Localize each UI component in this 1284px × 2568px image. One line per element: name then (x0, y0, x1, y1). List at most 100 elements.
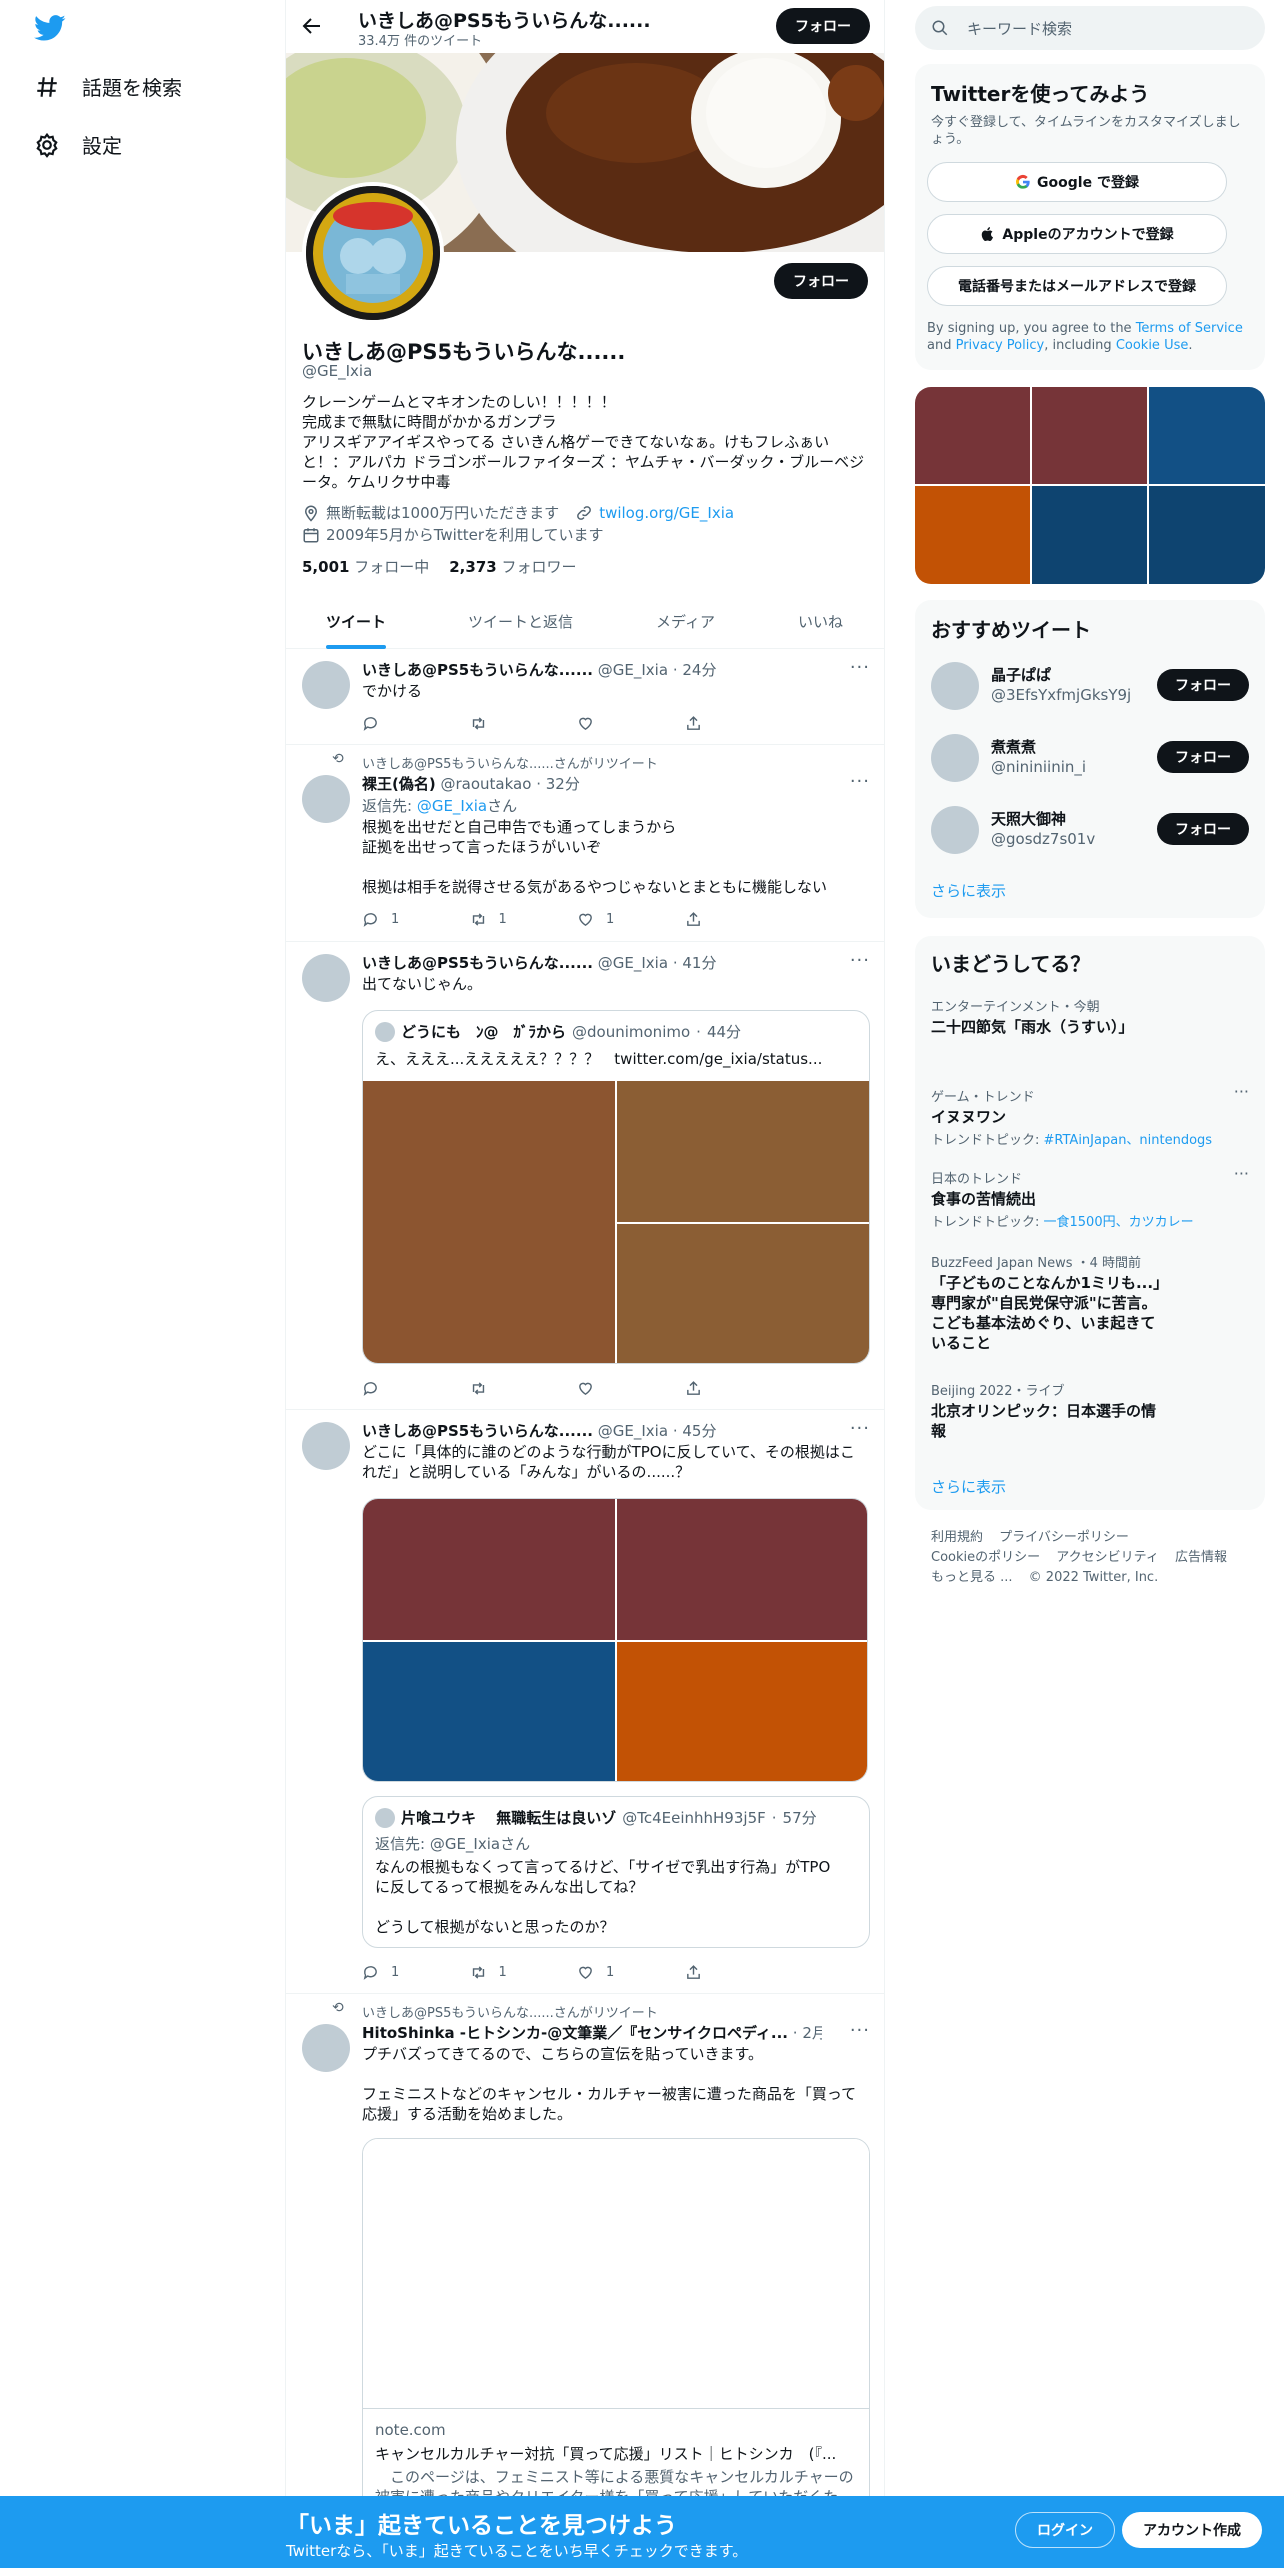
retweeted-by[interactable]: いきしあ@PS5もういらんな......さんがリツイート (362, 753, 658, 772)
media-image[interactable] (617, 1642, 867, 1781)
footer-more-link[interactable]: もっと見る ... (931, 1570, 1013, 1585)
footer-link[interactable]: アクセシビリティ (1056, 1550, 1159, 1565)
follow-button[interactable]: フォロー (1157, 813, 1249, 845)
tweet-handle[interactable]: @GE_Ixia (598, 954, 668, 972)
google-signup-button[interactable]: Google で登録 (927, 162, 1227, 202)
like-button[interactable] (577, 713, 685, 733)
reply-button[interactable] (362, 713, 470, 733)
tweet-time[interactable]: 32分 (546, 775, 580, 793)
footer-link[interactable]: プライバシーポリシー (999, 1530, 1129, 1545)
reply-button[interactable]: 1 (362, 1962, 470, 1982)
retweet-button[interactable]: 1 (470, 909, 578, 929)
media-thumbnail[interactable] (915, 387, 1030, 484)
tweet-author[interactable]: いきしあ@PS5もういらんな...... (362, 954, 593, 972)
avatar[interactable] (302, 2024, 350, 2072)
tweet-handle[interactable]: @GE_Ixia (598, 1422, 668, 1440)
more-options-icon[interactable]: ··· (850, 657, 870, 678)
tweet[interactable]: いきしあ@PS5もういらんな...... @GE_Ixia · 45分 ··· … (286, 1410, 884, 1994)
tweet-handle[interactable]: @GE_Ixia (598, 661, 668, 679)
avatar[interactable] (931, 662, 979, 710)
signup-button[interactable]: アカウント作成 (1122, 2512, 1262, 2548)
show-more-link[interactable]: さらに表示 (931, 880, 1006, 901)
share-button[interactable] (685, 1378, 793, 1398)
media-image[interactable] (363, 1642, 615, 1781)
tweet-time[interactable]: 41分 (682, 954, 716, 972)
reply-button[interactable]: 1 (362, 909, 470, 929)
more-options-icon[interactable]: ··· (1234, 1164, 1249, 1183)
avatar[interactable] (302, 775, 350, 823)
media-image[interactable] (617, 1499, 867, 1640)
tweet-author[interactable]: HitoShinka -ヒトシンカ-@文筆業／『センサイクロペディ... (362, 2024, 788, 2042)
footer-link[interactable]: 広告情報 (1175, 1550, 1227, 1565)
share-button[interactable] (685, 713, 793, 733)
show-more-link[interactable]: さらに表示 (931, 1476, 1006, 1497)
tab-tweets-replies[interactable]: ツイートと返信 (468, 596, 573, 649)
tweet[interactable]: いきしあ@PS5もういらんな...... @GE_Ixia · 41分 ··· … (286, 942, 884, 1410)
trend-item[interactable]: ··· ゲーム・トレンド イヌヌワン トレンドトピック: #RTAinJapan… (931, 1082, 1249, 1148)
recommended-user[interactable]: 晶子ぱぱ @3EfsYxfmjGksY9j フォロー (931, 656, 1249, 716)
quoted-tweet[interactable]: どうにも ﾝ@ ｶﾞﾗから @dounimonimo · 44分 え、えええ..… (362, 1010, 870, 1364)
follow-button[interactable]: フォロー (1157, 741, 1249, 773)
nav-settings[interactable]: 設定 (34, 130, 122, 159)
phone-email-signup-button[interactable]: 電話番号またはメールアドレスで登録 (927, 266, 1227, 306)
tab-media[interactable]: メディア (656, 596, 715, 649)
follow-button[interactable]: フォロー (1157, 669, 1249, 701)
tab-likes[interactable]: いいね (798, 596, 843, 649)
quoted-tweet[interactable]: 片喰ユウキ 無職転生は良いゾ @Tc4EeinhhH93j5F · 57分 返信… (362, 1796, 870, 1948)
more-options-icon[interactable]: ··· (850, 1418, 870, 1439)
apple-signup-button[interactable]: Appleのアカウントで登録 (927, 214, 1227, 254)
more-options-icon[interactable]: ··· (1234, 1082, 1249, 1101)
media-thumbnail[interactable] (1149, 387, 1265, 484)
share-button[interactable] (685, 909, 793, 929)
profile-link[interactable]: twilog.org/GE_Ixia (599, 504, 734, 522)
search-input[interactable]: キーワード検索 (915, 6, 1265, 50)
more-options-icon[interactable]: ··· (850, 2020, 870, 2041)
tweet-author[interactable]: いきしあ@PS5もういらんな...... (362, 661, 593, 679)
trend-item[interactable]: Beijing 2022・ライブ 北京オリンピック：日本選手の情 報 (931, 1380, 1249, 1441)
avatar[interactable] (931, 734, 979, 782)
avatar[interactable] (302, 661, 350, 709)
share-button[interactable] (685, 1962, 793, 1982)
media-thumbnail[interactable] (1149, 486, 1265, 584)
retweeted-by[interactable]: いきしあ@PS5もういらんな......さんがリツイート (362, 2002, 658, 2021)
tweet[interactable]: ⟲ いきしあ@PS5もういらんな......さんがリツイート 裸王(偽名) @r… (286, 745, 884, 942)
terms-link[interactable]: Terms of Service (1136, 321, 1243, 336)
tweet-media-grid[interactable] (362, 1498, 868, 1782)
trend-topic-link[interactable]: #RTAinJapan、nintendogs (1044, 1133, 1213, 1148)
header-follow-button[interactable]: フォロー (776, 8, 870, 44)
trend-item[interactable]: エンターテインメント・今朝 二十四節気「雨水（うすい）」 (931, 996, 1249, 1037)
followers-count-link[interactable]: 2,373 フォロワー (449, 556, 576, 577)
tweet-time[interactable]: 24分 (682, 661, 716, 679)
recommended-user[interactable]: 煮煮煮 @nininiinin_i フォロー (931, 728, 1249, 788)
quoted-media-grid[interactable] (363, 1081, 869, 1363)
footer-link[interactable]: Cookieのポリシー (931, 1550, 1040, 1565)
trend-topic-link[interactable]: 一食1500円、カツカレー (1044, 1215, 1194, 1230)
avatar[interactable] (302, 954, 350, 1002)
like-button[interactable]: 1 (577, 1962, 685, 1982)
profile-media-grid[interactable] (915, 387, 1265, 584)
media-image[interactable] (617, 1224, 869, 1363)
retweet-button[interactable] (470, 713, 578, 733)
reply-to-handle[interactable]: @GE_Ixia (417, 797, 487, 815)
tweet-author[interactable]: 裸王(偽名) (362, 775, 436, 793)
media-thumbnail[interactable] (915, 486, 1030, 584)
media-image[interactable] (363, 1499, 615, 1640)
profile-avatar[interactable] (302, 182, 444, 324)
tweet-time[interactable]: 45分 (682, 1422, 716, 1440)
tab-tweets[interactable]: ツイート (326, 596, 386, 649)
like-button[interactable] (577, 1378, 685, 1398)
like-button[interactable]: 1 (577, 909, 685, 929)
more-options-icon[interactable]: ··· (850, 771, 870, 792)
tweet[interactable]: いきしあ@PS5もういらんな...... @GE_Ixia · 24分 ··· … (286, 649, 884, 745)
trend-item[interactable]: BuzzFeed Japan News ・4 時間前 「子どものことなんか1ミリ… (931, 1252, 1249, 1353)
login-button[interactable]: ログイン (1015, 2512, 1115, 2548)
reply-button[interactable] (362, 1378, 470, 1398)
recommended-user[interactable]: 天照大御神 @gosdz7s01v フォロー (931, 800, 1249, 860)
retweet-button[interactable]: 1 (470, 1962, 578, 1982)
tweet-author[interactable]: いきしあ@PS5もういらんな...... (362, 1422, 593, 1440)
media-thumbnail[interactable] (1032, 387, 1147, 484)
more-options-icon[interactable]: ··· (850, 950, 870, 971)
media-image[interactable] (617, 1081, 869, 1222)
privacy-link[interactable]: Privacy Policy (956, 338, 1045, 353)
link-card[interactable]: note.com キャンセルカルチャー対抗「買って応援」リスト｜ヒトシンカ (『… (362, 2138, 870, 2514)
